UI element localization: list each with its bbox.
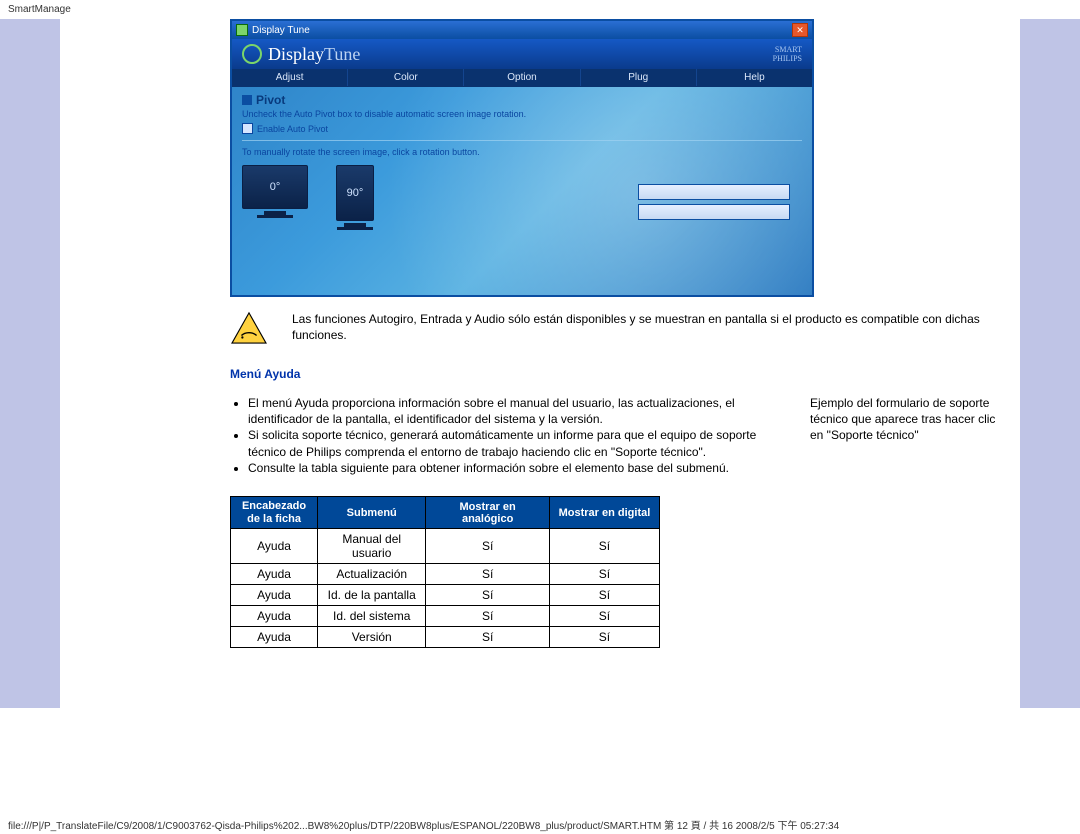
left-rail <box>0 19 60 708</box>
th-digital: Mostrar en digital <box>549 496 659 528</box>
brand-ring-icon <box>242 44 262 64</box>
th-tab-header: Encabezado de la ficha <box>231 496 318 528</box>
help-submenu-table: Encabezado de la ficha Submenú Mostrar e… <box>230 496 660 648</box>
main-content: Display Tune ✕ Display Tune SMART PHILIP… <box>60 19 1020 708</box>
pivot-info: Uncheck the Auto Pivot box to disable au… <box>242 109 802 119</box>
table-row: AyudaId. de la pantallaSíSí <box>231 585 660 606</box>
brand-accent: Tune <box>324 44 360 65</box>
list-item: Si solicita soporte técnico, generará au… <box>248 427 786 459</box>
list-item: El menú Ayuda proporciona información so… <box>248 395 786 427</box>
help-menu-heading: Menú Ayuda <box>230 367 1010 381</box>
support-form-note: Ejemplo del formulario de soporte técnic… <box>810 395 1010 476</box>
brand-bar: Display Tune SMART PHILIPS <box>232 39 812 69</box>
checkbox-label: Enable Auto Pivot <box>257 124 328 134</box>
th-submenu: Submenú <box>318 496 426 528</box>
tab-plug[interactable]: Plug <box>581 69 697 86</box>
warning-text: Las funciones Autogiro, Entrada y Audio … <box>292 311 1010 343</box>
bottom-fields <box>638 184 790 220</box>
page-header: SmartManage <box>0 0 1080 19</box>
display-tune-window: Display Tune ✕ Display Tune SMART PHILIP… <box>230 19 814 297</box>
tab-adjust[interactable]: Adjust <box>232 69 348 86</box>
app-icon <box>236 24 248 36</box>
app-body: Pivot Uncheck the Auto Pivot box to disa… <box>232 87 812 295</box>
checkbox-icon <box>242 123 253 134</box>
table-row: AyudaManual del usuarioSíSí <box>231 529 660 564</box>
brand-main: Display <box>268 44 324 65</box>
rotate-0-button[interactable]: 0° <box>242 165 308 230</box>
brand-tag-1: SMART <box>773 45 802 54</box>
table-row: AyudaVersiónSíSí <box>231 627 660 648</box>
list-item: Consulte la tabla siguiente para obtener… <box>248 460 786 476</box>
pivot-manual-info: To manually rotate the screen image, cli… <box>242 147 802 157</box>
help-bullet-list: El menú Ayuda proporciona información so… <box>230 395 786 476</box>
warning-icon <box>230 311 268 345</box>
close-icon[interactable]: ✕ <box>792 23 808 37</box>
right-rail <box>1020 19 1080 708</box>
brand-tag-2: PHILIPS <box>773 54 802 63</box>
table-row: AyudaActualizaciónSíSí <box>231 564 660 585</box>
window-title: Display Tune <box>252 25 310 36</box>
tab-option[interactable]: Option <box>464 69 580 86</box>
page-footer: file:///P|/P_TranslateFile/C9/2008/1/C90… <box>0 817 1080 832</box>
tab-color[interactable]: Color <box>348 69 464 86</box>
app-tabs: Adjust Color Option Plug Help <box>232 69 812 87</box>
pivot-icon <box>242 95 252 105</box>
th-analog: Mostrar en analógico <box>426 496 550 528</box>
enable-auto-pivot-checkbox[interactable]: Enable Auto Pivot <box>242 123 802 134</box>
field-2[interactable] <box>638 204 790 220</box>
window-titlebar[interactable]: Display Tune ✕ <box>232 21 812 39</box>
pivot-heading: Pivot <box>242 93 802 107</box>
rotate-90-button[interactable]: 90° <box>336 165 374 230</box>
tab-help[interactable]: Help <box>697 69 812 86</box>
table-row: AyudaId. del sistemaSíSí <box>231 606 660 627</box>
field-1[interactable] <box>638 184 790 200</box>
